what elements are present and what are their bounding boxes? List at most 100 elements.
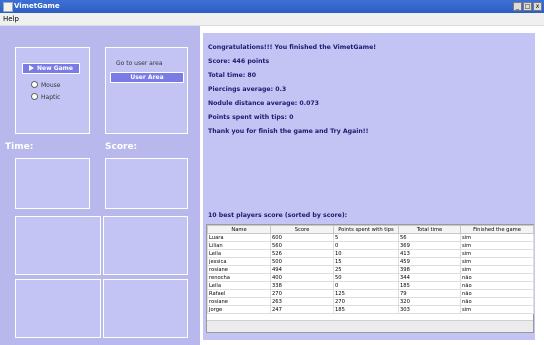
table-row[interactable]: Lilian 560 0 369 sim: [207, 241, 534, 250]
radio-circle-icon: [31, 81, 38, 88]
table-empty-area: [207, 320, 533, 332]
cell: 338: [270, 281, 334, 290]
cell: rosiane: [207, 297, 271, 306]
table-row[interactable]: rosiane 263 270 320 não: [207, 297, 534, 306]
piercings-text: Piercings average: 0.3: [208, 86, 287, 93]
table-row[interactable]: renocha 400 50 344 não: [207, 273, 534, 282]
cell: 413: [398, 249, 461, 258]
table-row[interactable]: rosiane 494 25 398 sim: [207, 265, 534, 274]
cell: não: [460, 273, 534, 282]
cell: Luara: [207, 233, 271, 242]
cell: sim: [460, 241, 534, 250]
cell: 15: [333, 257, 399, 266]
cell: 79: [398, 289, 461, 298]
cell: rosiane: [207, 265, 271, 274]
table-row[interactable]: Rafael 270 125 79 não: [207, 289, 534, 298]
cell: não: [460, 281, 534, 290]
cell: 125: [333, 289, 399, 298]
table-row[interactable]: Leila 338 0 185 não: [207, 281, 534, 290]
cell: 500: [270, 257, 334, 266]
cell: 344: [398, 273, 461, 282]
maximize-button[interactable]: □: [523, 2, 532, 11]
score-text: Score: 446 points: [208, 58, 270, 65]
cell: 600: [270, 233, 334, 242]
grid-panel-2: [103, 216, 188, 275]
cell: sim: [460, 265, 534, 274]
nodule-text: Nodule distance average: 0.073: [208, 100, 319, 107]
grid-panel-4: [103, 279, 188, 338]
cell: 270: [270, 289, 334, 298]
cell: 560: [270, 241, 334, 250]
table-row[interactable]: Luara 600 5 56 sim: [207, 233, 534, 242]
radio-mouse-label: Mouse: [41, 82, 61, 89]
grid-panel-3: [15, 279, 101, 338]
menu-help[interactable]: Help: [3, 13, 19, 25]
column-header-time[interactable]: Total time: [398, 225, 461, 234]
table-row[interactable]: jessica 500 15 459 sim: [207, 257, 534, 266]
congrats-text: Congratulations!!! You finished the Vime…: [208, 44, 377, 51]
cell: sim: [460, 249, 534, 258]
cell: 25: [333, 265, 399, 274]
best-players-table: Name Score Points spent with tips Total …: [206, 224, 534, 333]
cell: Rafael: [207, 289, 271, 298]
column-header-name[interactable]: Name: [207, 225, 271, 234]
cell: 247: [270, 305, 334, 314]
window-controls: _ □ x: [513, 2, 542, 11]
cell: Leila: [207, 249, 271, 258]
cell: 398: [398, 265, 461, 274]
cell: não: [460, 297, 534, 306]
score-label: Score:: [105, 142, 138, 152]
title-bar: VimetGame _ □ x: [0, 0, 544, 13]
cell: 494: [270, 265, 334, 274]
cell: 185: [333, 305, 399, 314]
cell: 459: [398, 257, 461, 266]
goto-user-area-label: Go to user area: [116, 60, 163, 67]
cell: 0: [333, 281, 399, 290]
cell: jessica: [207, 257, 271, 266]
cell: 303: [398, 305, 461, 314]
column-header-finished[interactable]: Finished the game: [460, 225, 534, 234]
time-display: [15, 158, 90, 209]
cell: 270: [333, 297, 399, 306]
window-title: VimetGame: [14, 2, 60, 10]
new-game-button[interactable]: New Game: [22, 63, 80, 74]
table-row[interactable]: Jorge 247 185 303 sim: [207, 305, 534, 314]
grid-panel-1: [15, 216, 101, 275]
minimize-button[interactable]: _: [513, 2, 522, 11]
best-players-title: 10 best players score (sorted by score):: [208, 212, 348, 219]
time-label: Time:: [5, 142, 34, 152]
cell: 526: [270, 249, 334, 258]
cell: 320: [398, 297, 461, 306]
column-header-score[interactable]: Score: [270, 225, 334, 234]
close-button[interactable]: x: [533, 2, 542, 11]
cell: Leila: [207, 281, 271, 290]
cell: 5: [333, 233, 399, 242]
cell: 56: [398, 233, 461, 242]
cell: 185: [398, 281, 461, 290]
play-icon: [28, 65, 34, 71]
tips-text: Points spent with tips: 0: [208, 114, 294, 121]
thanks-text: Thank you for finish the game and Try Ag…: [208, 128, 369, 135]
cell: Lilian: [207, 241, 271, 250]
app-icon: [3, 2, 13, 12]
cell: Jorge: [207, 305, 271, 314]
radio-haptic-label: Haptic: [41, 94, 61, 101]
radio-mouse[interactable]: Mouse: [31, 81, 60, 89]
column-header-tips[interactable]: Points spent with tips: [333, 225, 399, 234]
cell: 0: [333, 241, 399, 250]
cell: 263: [270, 297, 334, 306]
cell: 400: [270, 273, 334, 282]
score-display: [105, 158, 188, 209]
cell: não: [460, 289, 534, 298]
cell: 50: [333, 273, 399, 282]
radio-circle-icon: [31, 93, 38, 100]
user-area-button[interactable]: User Area: [110, 72, 184, 83]
cell: sim: [460, 305, 534, 314]
total-time-text: Total time: 80: [208, 72, 257, 79]
radio-haptic[interactable]: Haptic: [31, 93, 60, 101]
cell: sim: [460, 233, 534, 242]
table-row[interactable]: Leila 526 10 413 sim: [207, 249, 534, 258]
new-game-label: New Game: [36, 65, 74, 72]
cell: sim: [460, 257, 534, 266]
menu-bar: Help: [0, 13, 544, 26]
